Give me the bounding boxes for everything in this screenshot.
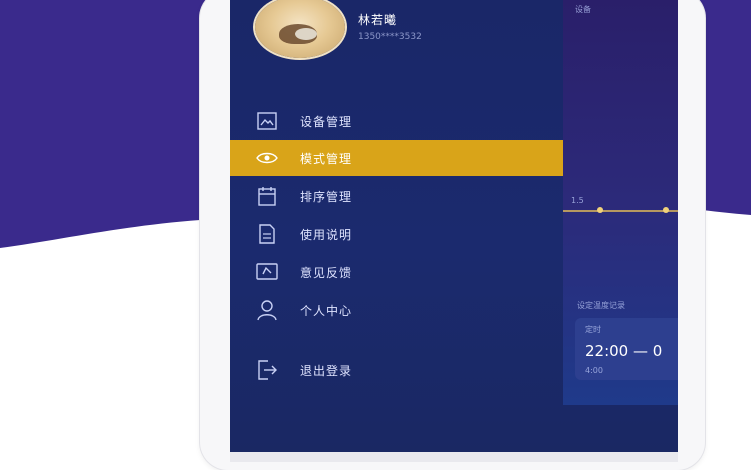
menu-item-instructions[interactable]: 使用说明 — [230, 216, 563, 252]
user-phone: 1350****3532 — [358, 32, 422, 42]
peek-card-sub: 4:00 — [585, 366, 603, 375]
image-icon — [256, 110, 278, 132]
app-screen-peek: 设备 1.5 设定温度记录 定时 22:00 — 0 4:00 — [563, 0, 678, 405]
peek-slider-track — [563, 210, 678, 212]
device-bottom-bezel — [230, 452, 678, 462]
menu-item-personal-center[interactable]: 个人中心 — [230, 292, 563, 328]
peek-section-label: 设定温度记录 — [577, 301, 625, 310]
peek-slider-value: 1.5 — [571, 196, 584, 205]
menu-item-label: 排序管理 — [300, 189, 353, 204]
peek-slider-thumb[interactable] — [597, 207, 603, 213]
menu-item-label: 设备管理 — [300, 114, 353, 129]
peek-time-value: 22:00 — 0 — [585, 342, 663, 360]
avatar-figure-detail — [295, 28, 317, 40]
menu-item-label: 个人中心 — [300, 303, 353, 318]
user-icon — [256, 299, 278, 321]
eye-icon — [256, 147, 278, 169]
menu-item-logout[interactable]: 退出登录 — [230, 352, 563, 388]
menu-item-feedback[interactable]: 意见反馈 — [230, 254, 563, 290]
menu-item-label: 模式管理 — [300, 151, 353, 166]
menu-item-label: 使用说明 — [300, 227, 353, 242]
menu-item-sort-management[interactable]: 排序管理 — [230, 178, 563, 214]
menu-item-label: 退出登录 — [300, 363, 353, 378]
logout-icon — [256, 359, 278, 381]
menu-item-label: 意见反馈 — [300, 265, 353, 280]
peek-status-text: 设备 — [575, 5, 591, 14]
document-icon — [256, 223, 278, 245]
menu-item-device-management[interactable]: 设备管理 — [230, 103, 563, 139]
user-name: 林若曦 — [358, 13, 398, 27]
feedback-icon — [256, 261, 278, 283]
peek-card-label: 定时 — [585, 325, 601, 334]
menu-item-mode-management[interactable]: 模式管理 — [230, 140, 563, 176]
calendar-icon — [256, 185, 278, 207]
peek-slider-thumb-2[interactable] — [663, 207, 669, 213]
